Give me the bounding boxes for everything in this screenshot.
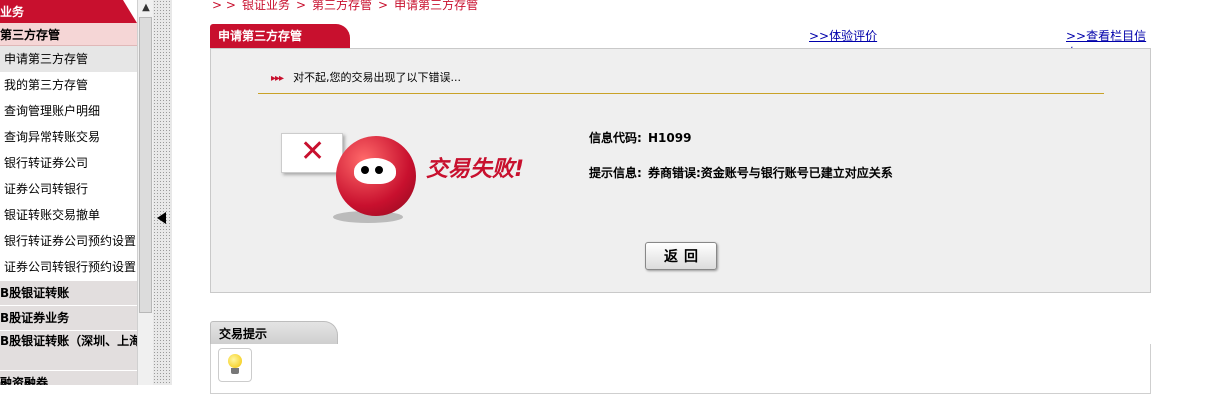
breadcrumb-prefix: > > — [212, 0, 236, 12]
tips-header: 交易提示 — [210, 321, 1151, 345]
sidebar-section-b-share-transfer[interactable]: B股银证转账 — [0, 280, 137, 305]
sidebar-item-abnormal-transfer[interactable]: 查询异常转账交易 — [0, 124, 137, 150]
panel-title-tab: 申请第三方存管 — [210, 24, 350, 48]
error-panel: ▸▸▸ 对不起,您的交易出现了以下错误... ✕ 交易失败! 信息代码: H109… — [210, 48, 1151, 293]
sidebar-scrollbar[interactable]: ▲ — [137, 0, 154, 385]
breadcrumb-item-bank-securities[interactable]: 银证业务 — [242, 0, 290, 12]
info-code-value: H1099 — [648, 131, 692, 145]
info-hint-row: 提示信息: 券商错误:资金账号与银行账号已建立对应关系 — [589, 164, 893, 181]
sidebar-item-transfer-cancel[interactable]: 银证转账交易撤单 — [0, 202, 137, 228]
sidebar-top-label: 业务 — [0, 0, 137, 23]
collapse-left-icon[interactable] — [157, 212, 166, 224]
breadcrumb: > > 银证业务 > 第三方存管 > 申请第三方存管 — [212, 0, 484, 13]
error-message-row: ▸▸▸ 对不起,您的交易出现了以下错误... — [271, 69, 461, 85]
error-x-icon: ✕ — [281, 133, 343, 173]
transaction-failed-illustration: ✕ 交易失败! — [281, 131, 551, 226]
scroll-thumb[interactable] — [139, 17, 152, 313]
sidebar: 业务 第三方存管 申请第三方存管 我的第三方存管 查询管理账户明细 查询异常转账… — [0, 0, 137, 385]
breadcrumb-item-apply: 申请第三方存管 — [394, 0, 479, 12]
e-mascot-icon — [336, 136, 416, 216]
sidebar-section-b-share-securities[interactable]: B股证券业务 — [0, 305, 137, 330]
sidebar-item-account-detail[interactable]: 查询管理账户明细 — [0, 98, 137, 124]
panel-header: 申请第三方存管 >>体验评价 >>查看栏目信息 — [210, 24, 1151, 60]
triple-arrow-icon: ▸▸▸ — [271, 73, 284, 84]
error-message: 对不起,您的交易出现了以下错误... — [293, 71, 462, 84]
sidebar-item-bank-to-broker[interactable]: 银行转证券公司 — [0, 150, 137, 176]
tips-body — [210, 344, 1151, 394]
scroll-up-icon[interactable]: ▲ — [138, 0, 154, 16]
sidebar-group-header[interactable]: 第三方存管 — [0, 23, 137, 46]
sidebar-item-my-custody[interactable]: 我的第三方存管 — [0, 72, 137, 98]
transaction-failed-text: 交易失败! — [426, 157, 525, 182]
sidebar-item-bank-to-broker-schedule[interactable]: 银行转证券公司预约设置 — [0, 228, 137, 254]
frame-splitter[interactable] — [153, 0, 172, 385]
sidebar-section-b-share-transfer-sz-sh[interactable]: B股银证转账（深圳、上海） — [0, 330, 137, 370]
sidebar-item-broker-to-bank-schedule[interactable]: 证券公司转银行预约设置 — [0, 254, 137, 280]
info-code-label: 信息代码: — [589, 131, 642, 145]
experience-feedback-link[interactable]: >>体验评价 — [809, 27, 877, 44]
tips-title-tab: 交易提示 — [210, 321, 338, 344]
sidebar-item-broker-to-bank[interactable]: 证券公司转银行 — [0, 176, 137, 202]
lightbulb-icon — [218, 348, 252, 382]
back-button[interactable]: 返回 — [645, 242, 717, 270]
breadcrumb-separator: > — [295, 0, 307, 12]
info-hint-label: 提示信息: — [589, 166, 642, 180]
sidebar-item-apply-custody[interactable]: 申请第三方存管 — [0, 46, 137, 72]
divider — [258, 93, 1104, 94]
info-code-row: 信息代码: H1099 — [589, 129, 691, 146]
breadcrumb-separator: > — [378, 0, 389, 12]
info-hint-value: 券商错误:资金账号与银行账号已建立对应关系 — [648, 166, 893, 180]
sidebar-section-margin-trading[interactable]: 融资融券 — [0, 370, 137, 385]
breadcrumb-item-custody[interactable]: 第三方存管 — [312, 0, 372, 12]
